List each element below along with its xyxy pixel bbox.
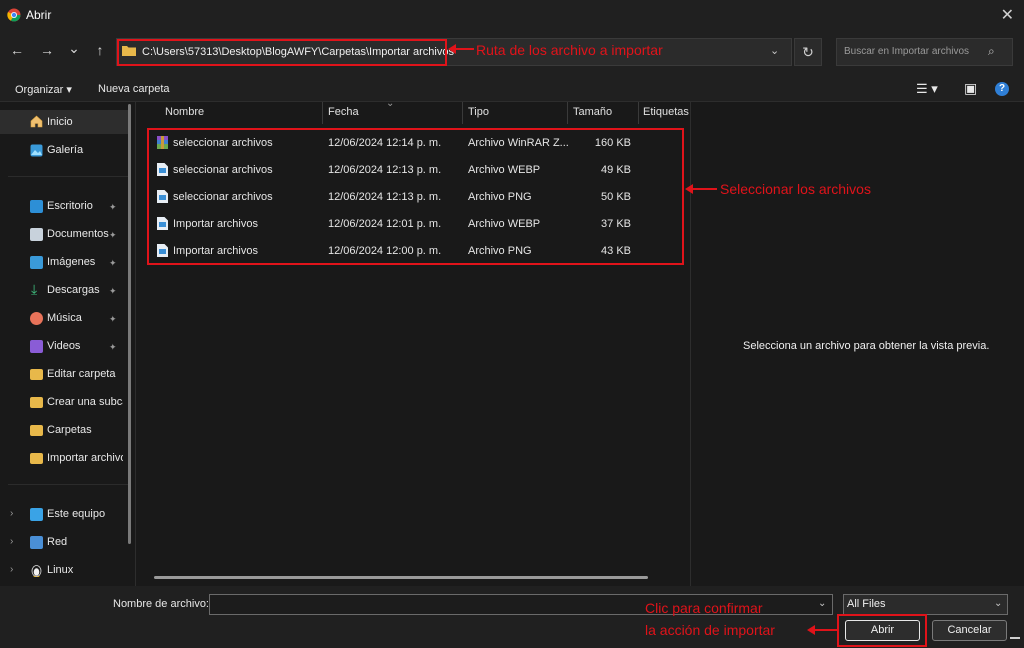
files-annotation: Seleccionar los archivos: [720, 181, 871, 197]
folder-icon: [30, 453, 43, 464]
documents-icon: [30, 228, 43, 241]
linux-icon: [31, 565, 42, 577]
sidebar-label: Este equipo: [47, 508, 106, 520]
sidebar-label: Galería: [47, 144, 84, 156]
title-bar: [0, 0, 1024, 30]
forward-arrow-icon[interactable]: →: [38, 42, 56, 58]
preview-message: Selecciona un archivo para obtener la vi…: [743, 340, 990, 352]
sidebar-scrollbar[interactable]: [128, 104, 131, 544]
expand-chevron-icon[interactable]: ›: [10, 536, 13, 547]
column-divider[interactable]: [462, 102, 463, 124]
cancel-button[interactable]: Cancelar: [932, 620, 1007, 641]
file-type-filter-value[interactable]: All Files: [847, 598, 886, 610]
pin-icon: ✦: [109, 230, 117, 240]
confirm-annotation-line-2: la acción de importar: [645, 622, 775, 638]
annotation-arrow-icon: [448, 44, 474, 54]
sidebar-label: Editar carpeta: [47, 368, 116, 380]
folder-icon: [30, 397, 43, 408]
sidebar-label: Inicio: [47, 116, 73, 128]
sidebar-label: Linux: [47, 564, 74, 576]
sidebar-label: Carpetas: [47, 424, 92, 436]
refresh-icon[interactable]: ↻: [794, 38, 822, 66]
path-annotation: Ruta de los archivo a importar: [476, 42, 663, 58]
column-header-tags[interactable]: Etiquetas: [643, 106, 689, 124]
annotation-arrow-icon: [807, 625, 837, 635]
videos-icon: [30, 340, 43, 353]
column-header-name[interactable]: Nombre: [165, 106, 204, 124]
help-icon[interactable]: ?: [995, 82, 1009, 96]
files-highlight-box: [147, 128, 684, 265]
back-arrow-icon[interactable]: ←: [8, 42, 26, 58]
column-header-size[interactable]: Tamaño: [573, 106, 612, 124]
filename-label: Nombre de archivo:: [113, 598, 209, 610]
sidebar-divider: [8, 484, 128, 485]
column-divider[interactable]: [638, 102, 639, 124]
path-highlight-box: [117, 39, 447, 66]
new-folder-button[interactable]: Nueva carpeta: [98, 83, 170, 95]
close-icon[interactable]: ✕: [1001, 5, 1014, 25]
preview-pane-icon[interactable]: ▣: [964, 80, 977, 97]
recent-locations-chevron-icon[interactable]: ⌄: [65, 40, 83, 57]
column-divider[interactable]: [322, 102, 323, 124]
organize-menu-button[interactable]: Organizar ▾: [15, 83, 72, 96]
confirm-annotation-line-1: Clic para confirmar: [645, 600, 763, 616]
expand-chevron-icon[interactable]: ›: [10, 564, 13, 575]
chrome-icon: [7, 8, 21, 22]
filter-chevron-icon[interactable]: ⌄: [994, 598, 1002, 609]
sidebar-label: Red: [47, 536, 68, 548]
folder-icon: [30, 369, 43, 380]
filename-dropdown-chevron-icon[interactable]: ⌄: [818, 598, 826, 609]
sidebar-label: Importar archivos: [47, 452, 123, 464]
window-title: Abrir: [26, 8, 52, 22]
search-placeholder[interactable]: Buscar en Importar archivos: [844, 46, 969, 57]
music-icon: [30, 312, 43, 325]
downloads-icon: ⤓: [31, 281, 38, 297]
sidebar-divider: [8, 176, 128, 177]
column-divider[interactable]: [567, 102, 568, 124]
up-arrow-icon[interactable]: ↑: [91, 42, 109, 58]
pin-icon: ✦: [109, 314, 117, 324]
address-dropdown-chevron-icon[interactable]: ⌄: [770, 44, 779, 57]
horizontal-scrollbar[interactable]: [154, 576, 648, 579]
search-icon[interactable]: ⌕: [988, 44, 995, 59]
folder-icon: [30, 425, 43, 436]
desktop-icon: [30, 200, 43, 213]
annotation-arrow-icon: [685, 184, 717, 194]
pin-icon: ✦: [109, 258, 117, 268]
computer-icon: [30, 508, 43, 521]
open-highlight-box: [837, 614, 927, 647]
column-header-type[interactable]: Tipo: [468, 106, 489, 124]
gallery-icon: [30, 144, 43, 157]
home-icon: [30, 115, 43, 128]
view-options-icon[interactable]: ☰ ▾: [916, 81, 938, 97]
pin-icon: ✦: [109, 342, 117, 352]
column-header-date[interactable]: Fecha: [328, 106, 359, 124]
pin-icon: ✦: [109, 286, 117, 296]
sidebar-label: Crear una subcarpeta: [47, 396, 123, 408]
pictures-icon: [30, 256, 43, 269]
resize-grip-icon[interactable]: [1010, 637, 1020, 641]
preview-divider: [690, 102, 691, 586]
expand-chevron-icon[interactable]: ›: [10, 508, 13, 519]
network-icon: [30, 536, 43, 549]
pin-icon: ✦: [109, 202, 117, 212]
sort-chevron-icon: ⌄: [386, 98, 395, 109]
